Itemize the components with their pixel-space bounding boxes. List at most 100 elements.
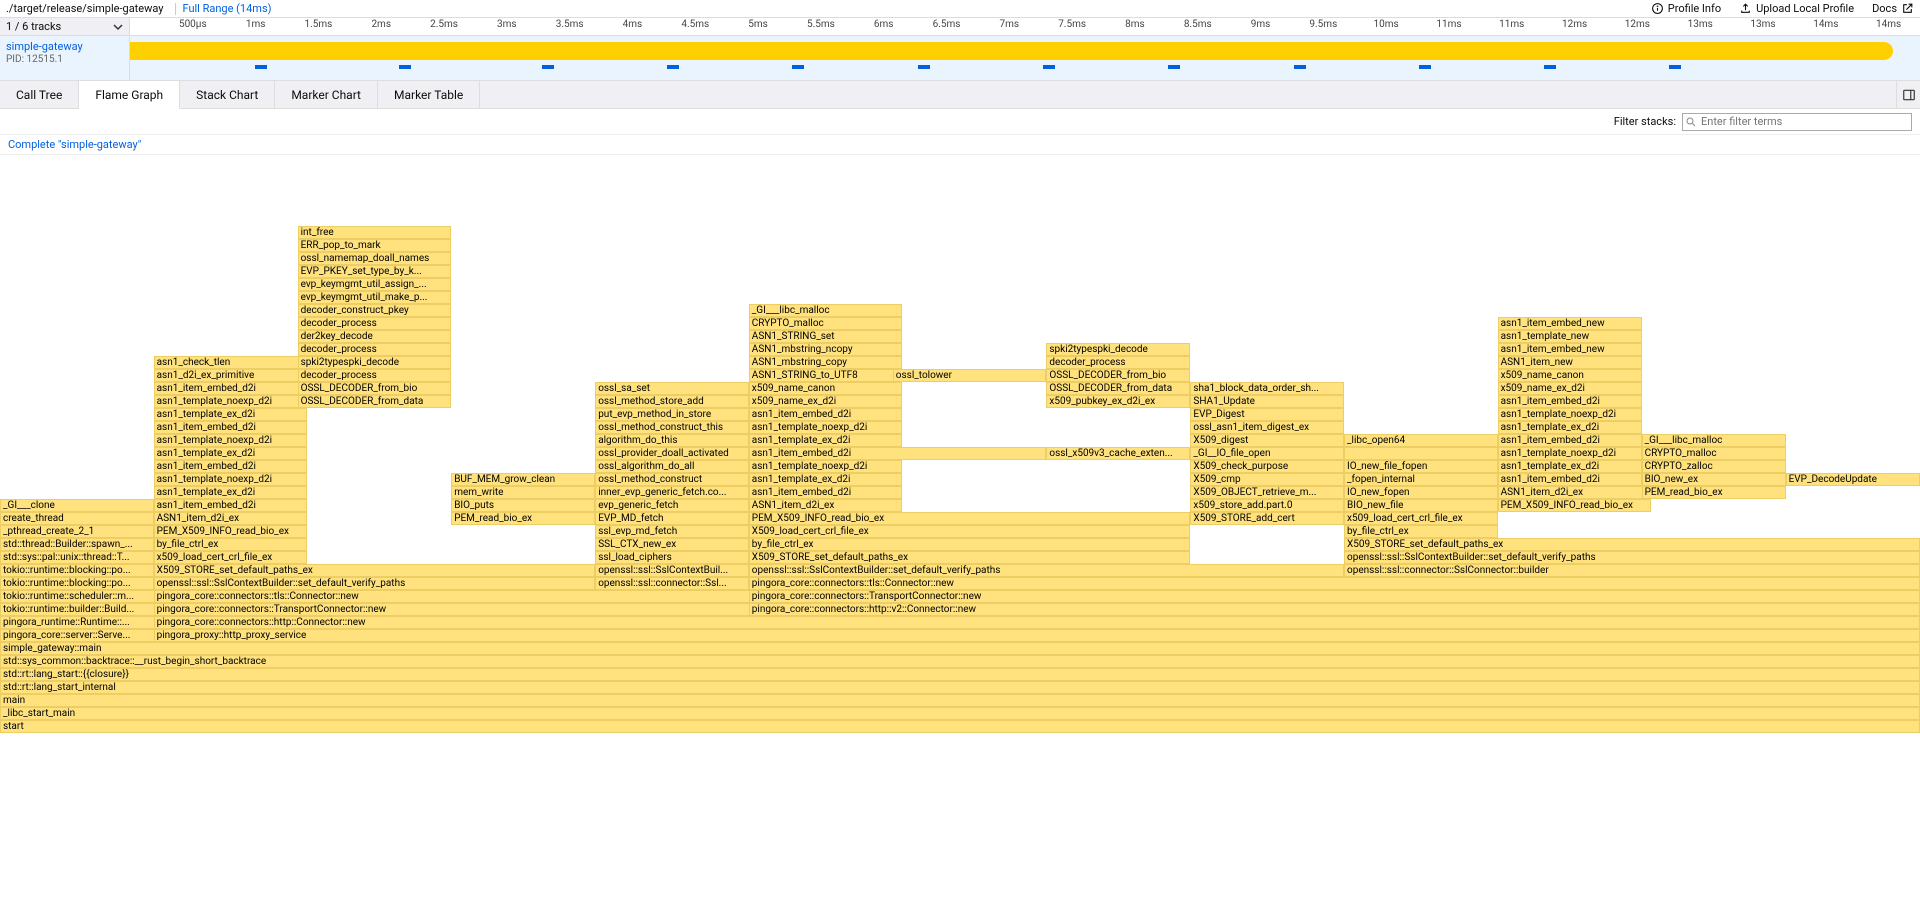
- flame-frame[interactable]: asn1_item_embed_d2i: [749, 408, 903, 421]
- flame-frame[interactable]: X509_check_purpose: [1190, 460, 1344, 473]
- flame-frame[interactable]: asn1_item_embed_d2i: [749, 447, 1047, 460]
- flame-frame[interactable]: asn1_item_embed_d2i: [1498, 434, 1642, 447]
- flame-frame[interactable]: spki2typespki_decode: [1046, 343, 1190, 356]
- flame-frame[interactable]: X509_STORE_add_cert: [1190, 512, 1344, 525]
- tab-flame-graph[interactable]: Flame Graph: [79, 81, 180, 109]
- flame-frame[interactable]: _GI___clone: [0, 499, 154, 512]
- flame-frame[interactable]: algorithm_do_this: [595, 434, 749, 447]
- flame-frame[interactable]: [1344, 447, 1498, 460]
- flame-frame[interactable]: asn1_template_ex_d2i: [154, 486, 308, 499]
- tracks-dropdown[interactable]: 1 / 6 tracks: [0, 18, 130, 35]
- flame-frame[interactable]: openssl::ssl::SslContextBuil...: [595, 564, 749, 577]
- flame-frame[interactable]: OSSL_DECODER_from_bio: [1046, 369, 1190, 382]
- flame-frame[interactable]: evp_generic_fetch: [595, 499, 749, 512]
- flame-frame[interactable]: asn1_template_ex_d2i: [749, 434, 903, 447]
- flame-frame[interactable]: by_file_ctrl_ex: [154, 538, 308, 551]
- flame-frame[interactable]: asn1_item_embed_new: [1498, 317, 1642, 330]
- flame-frame[interactable]: asn1_template_ex_d2i: [749, 473, 903, 486]
- flame-frame[interactable]: x509_load_cert_crl_file_ex: [1344, 512, 1498, 525]
- flame-frame[interactable]: _libc_start_main: [0, 707, 1920, 720]
- flame-frame[interactable]: mem_write: [451, 486, 595, 499]
- flame-frame[interactable]: ASN1_STRING_set: [749, 330, 903, 343]
- flame-frame[interactable]: pingora_core::connectors::TransportConne…: [749, 590, 1920, 603]
- flame-frame[interactable]: ossl_tolower: [893, 369, 1047, 382]
- flame-frame[interactable]: ossl_asn1_item_digest_ex: [1190, 421, 1344, 434]
- flame-frame[interactable]: ossl_method_store_add: [595, 395, 749, 408]
- flame-frame[interactable]: X509_cmp: [1190, 473, 1344, 486]
- flame-frame[interactable]: ossl_x509v3_cache_exten...: [1046, 447, 1190, 460]
- flame-frame[interactable]: ossl_algorithm_do_all: [595, 460, 749, 473]
- flame-frame[interactable]: x509_store_add.part.0: [1190, 499, 1344, 512]
- flame-frame[interactable]: evp_keymgmt_util_make_p...: [298, 291, 452, 304]
- flame-frame[interactable]: main: [0, 694, 1920, 707]
- flame-frame[interactable]: X509_load_cert_crl_file_ex: [749, 525, 1191, 538]
- flame-frame[interactable]: BIO_new_ex: [1642, 473, 1786, 486]
- flame-frame[interactable]: openssl::ssl::SslContextBuilder::set_def…: [154, 577, 596, 590]
- flame-frame[interactable]: openssl::ssl::connector::Ssl...: [595, 577, 749, 590]
- flame-frame[interactable]: asn1_template_noexp_d2i: [1498, 408, 1642, 421]
- flame-frame[interactable]: ossl_sa_set: [595, 382, 749, 395]
- flame-frame[interactable]: by_file_ctrl_ex: [749, 538, 1191, 551]
- flame-frame[interactable]: ERR_pop_to_mark: [298, 239, 452, 252]
- flame-frame[interactable]: asn1_item_embed_new: [1498, 343, 1642, 356]
- track-label[interactable]: simple-gateway PID: 12515.1: [0, 36, 130, 80]
- flame-frame[interactable]: decoder_process: [298, 369, 452, 382]
- flame-frame[interactable]: int_free: [298, 226, 452, 239]
- flame-frame[interactable]: CRYPTO_malloc: [1642, 447, 1786, 460]
- flame-frame[interactable]: asn1_item_embed_d2i: [154, 499, 308, 512]
- flame-frame[interactable]: ASN1_item_new: [1498, 356, 1642, 369]
- flame-frame[interactable]: by_file_ctrl_ex: [1344, 525, 1498, 538]
- flame-frame[interactable]: X509_STORE_set_default_paths_ex: [154, 564, 596, 577]
- flame-frame[interactable]: inner_evp_generic_fetch.co...: [595, 486, 749, 499]
- docs-button[interactable]: Docs: [1872, 2, 1914, 15]
- flame-frame[interactable]: ossl_method_construct_this: [595, 421, 749, 434]
- flame-frame[interactable]: SSL_CTX_new_ex: [595, 538, 749, 551]
- flame-frame[interactable]: OSSL_DECODER_from_bio: [298, 382, 452, 395]
- collapse-sidebar-button[interactable]: [1896, 81, 1920, 108]
- flame-frame[interactable]: decoder_process: [1046, 356, 1190, 369]
- flame-frame[interactable]: EVP_DecodeUpdate: [1786, 473, 1920, 486]
- flame-frame[interactable]: EVP_Digest: [1190, 408, 1344, 421]
- tab-call-tree[interactable]: Call Tree: [0, 81, 79, 108]
- flame-frame[interactable]: std::rt::lang_start::{{closure}}: [0, 668, 1920, 681]
- flame-frame[interactable]: evp_keymgmt_util_assign_...: [298, 278, 452, 291]
- flame-frame[interactable]: OSSL_DECODER_from_data: [298, 395, 452, 408]
- flame-frame[interactable]: asn1_check_tlen: [154, 356, 308, 369]
- flame-frame[interactable]: X509_OBJECT_retrieve_m...: [1190, 486, 1344, 499]
- flame-frame[interactable]: openssl::ssl::connector::SslConnector::b…: [1344, 564, 1920, 577]
- flame-frame[interactable]: x509_name_ex_d2i: [749, 395, 903, 408]
- flame-frame[interactable]: asn1_template_noexp_d2i: [749, 460, 903, 473]
- flame-frame[interactable]: openssl::ssl::SslContextBuilder::set_def…: [1344, 551, 1920, 564]
- flame-frame[interactable]: decoder_process: [298, 343, 452, 356]
- flame-frame[interactable]: asn1_item_embed_d2i: [1498, 473, 1642, 486]
- flame-frame[interactable]: _GI__IO_file_open: [1190, 447, 1344, 460]
- flame-frame[interactable]: asn1_template_ex_d2i: [154, 408, 308, 421]
- flame-frame[interactable]: ssl_load_ciphers: [595, 551, 749, 564]
- flame-frame[interactable]: asn1_item_embed_d2i: [749, 486, 903, 499]
- flame-frame[interactable]: _GI___libc_malloc: [1642, 434, 1786, 447]
- flame-frame[interactable]: create_thread: [0, 512, 154, 525]
- profile-info-button[interactable]: Profile Info: [1651, 2, 1721, 15]
- flame-frame[interactable]: pingora_proxy::http_proxy_service: [154, 629, 1920, 642]
- flame-frame[interactable]: X509_STORE_set_default_paths_ex: [749, 551, 1191, 564]
- flame-frame[interactable]: asn1_template_ex_d2i: [1498, 421, 1642, 434]
- flame-frame[interactable]: asn1_template_noexp_d2i: [154, 434, 308, 447]
- flame-frame[interactable]: asn1_template_noexp_d2i: [749, 421, 903, 434]
- range-link[interactable]: Full Range (14ms): [182, 2, 271, 15]
- flame-frame[interactable]: pingora_core::connectors::http::Connecto…: [154, 616, 1920, 629]
- flame-frame[interactable]: start: [0, 720, 1920, 733]
- flame-frame[interactable]: _GI___libc_malloc: [749, 304, 903, 317]
- flame-frame[interactable]: asn1_template_ex_d2i: [154, 447, 308, 460]
- flame-frame[interactable]: _pthread_create_2_1: [0, 525, 154, 538]
- flame-frame[interactable]: X509_STORE_set_default_paths_ex: [1344, 538, 1920, 551]
- flame-frame[interactable]: spki2typespki_decode: [298, 356, 452, 369]
- flame-frame[interactable]: put_evp_method_in_store: [595, 408, 749, 421]
- flame-frame[interactable]: tokio::runtime::blocking::po...: [0, 577, 154, 590]
- flame-frame[interactable]: CRYPTO_malloc: [749, 317, 903, 330]
- flame-frame[interactable]: ossl_method_construct: [595, 473, 749, 486]
- flame-frame[interactable]: X509_digest: [1190, 434, 1344, 447]
- flame-frame[interactable]: CRYPTO_zalloc: [1642, 460, 1786, 473]
- flame-frame[interactable]: asn1_template_noexp_d2i: [154, 395, 308, 408]
- flame-frame[interactable]: ossl_namemap_doall_names: [298, 252, 452, 265]
- flame-frame[interactable]: x509_name_canon: [749, 382, 903, 395]
